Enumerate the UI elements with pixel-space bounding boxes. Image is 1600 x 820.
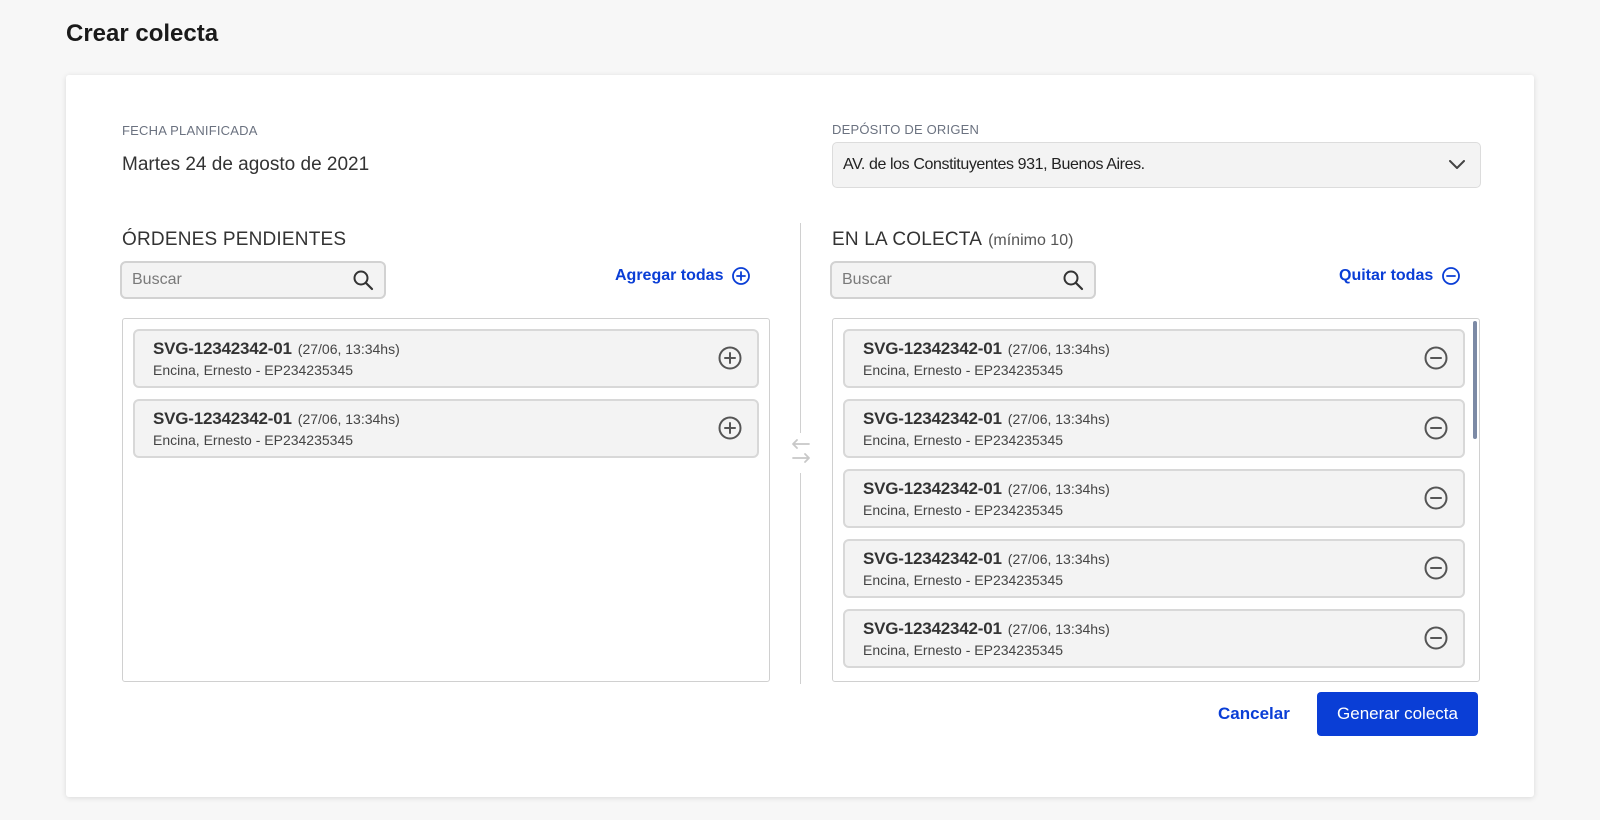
create-collection-card: FECHA PLANIFICADA Martes 24 de agosto de… <box>66 75 1534 797</box>
order-code: SVG-12342342-01 <box>863 339 1002 358</box>
order-card: SVG-12342342-01 (27/06, 13:34hs) Encina, E… <box>133 329 759 388</box>
pending-search[interactable] <box>120 261 386 299</box>
remove-all-button[interactable]: Quitar todas <box>1339 263 1461 289</box>
order-date: (27/06, 13:34hs) <box>1007 551 1110 567</box>
pending-search-input[interactable] <box>132 271 352 289</box>
generate-collection-button[interactable]: Generar colecta <box>1317 692 1478 736</box>
order-code: SVG-12342342-01 <box>153 339 292 358</box>
order-code: SVG-12342342-01 <box>153 409 292 428</box>
add-order-icon[interactable] <box>717 345 743 371</box>
cancel-button[interactable]: Cancelar <box>1206 692 1302 736</box>
order-card: SVG-12342342-01 (27/06, 13:34hs) Encina, E… <box>133 399 759 458</box>
order-date: (27/06, 13:34hs) <box>1007 411 1110 427</box>
pending-orders-title: ÓRDENES PENDIENTES <box>122 229 347 250</box>
chevron-down-icon <box>1446 154 1468 176</box>
order-detail: Encina, Ernesto - EP234235345 <box>863 362 1064 378</box>
order-header: SVG-12342342-01 (27/06, 13:34hs) <box>863 549 1447 569</box>
planned-date-value: Martes 24 de agosto de 2021 <box>122 154 370 175</box>
remove-order-icon[interactable] <box>1423 415 1449 441</box>
order-header: SVG-12342342-01 (27/06, 13:34hs) <box>863 479 1447 499</box>
order-header: SVG-12342342-01 (27/06, 13:34hs) <box>153 339 741 359</box>
order-card: SVG-12342342-01 (27/06, 13:34hs) Encina, E… <box>843 329 1465 388</box>
pending-orders-list[interactable]: SVG-12342342-01 (27/06, 13:34hs) Encina, E… <box>122 318 770 682</box>
order-code: SVG-12342342-01 <box>863 479 1002 498</box>
order-date: (27/06, 13:34hs) <box>1007 481 1110 497</box>
order-detail: Encina, Ernesto - EP234235345 <box>153 362 354 378</box>
scrollbar[interactable] <box>1473 321 1477 439</box>
order-card: SVG-12342342-01 (27/06, 13:34hs) Encina, E… <box>843 399 1465 458</box>
collection-orders-list[interactable]: SVG-12342342-01 (27/06, 13:34hs) Encina, E… <box>832 318 1480 682</box>
origin-warehouse-label: DEPÓSITO DE ORIGEN <box>832 122 980 137</box>
remove-all-label: Quitar todas <box>1339 267 1434 284</box>
add-all-label: Agregar todas <box>615 267 724 284</box>
minus-circle-icon <box>1441 266 1461 286</box>
order-detail: Encina, Ernesto - EP234235345 <box>863 572 1064 588</box>
order-header: SVG-12342342-01 (27/06, 13:34hs) <box>153 409 741 429</box>
order-detail: Encina, Ernesto - EP234235345 <box>863 432 1064 448</box>
order-detail: Encina, Ernesto - EP234235345 <box>863 642 1064 658</box>
page-title: Crear colecta <box>66 20 219 47</box>
order-code: SVG-12342342-01 <box>863 619 1002 638</box>
order-date: (27/06, 13:34hs) <box>1007 341 1110 357</box>
origin-warehouse-select[interactable]: AV. de los Constituyentes 931, Buenos Ai… <box>832 142 1481 188</box>
order-card: SVG-12342342-01 (27/06, 13:34hs) Encina, E… <box>843 469 1465 528</box>
order-detail: Encina, Ernesto - EP234235345 <box>863 502 1064 518</box>
order-date: (27/06, 13:34hs) <box>297 411 400 427</box>
remove-order-icon[interactable] <box>1423 555 1449 581</box>
swap-arrows-icon <box>792 439 810 463</box>
order-date: (27/06, 13:34hs) <box>1007 621 1110 637</box>
order-card: SVG-12342342-01 (27/06, 13:34hs) Encina, E… <box>843 539 1465 598</box>
order-header: SVG-12342342-01 (27/06, 13:34hs) <box>863 409 1447 429</box>
search-icon[interactable] <box>352 269 374 291</box>
search-icon[interactable] <box>1062 269 1084 291</box>
order-code: SVG-12342342-01 <box>863 409 1002 428</box>
column-divider <box>800 223 801 433</box>
collection-search-input[interactable] <box>842 271 1062 289</box>
collection-search[interactable] <box>830 261 1096 299</box>
order-date: (27/06, 13:34hs) <box>297 341 400 357</box>
order-code: SVG-12342342-01 <box>863 549 1002 568</box>
remove-order-icon[interactable] <box>1423 485 1449 511</box>
remove-order-icon[interactable] <box>1423 625 1449 651</box>
order-card: SVG-12342342-01 (27/06, 13:34hs) Encina, E… <box>843 609 1465 668</box>
order-detail: Encina, Ernesto - EP234235345 <box>153 432 354 448</box>
origin-warehouse-value: AV. de los Constituyentes 931, Buenos Ai… <box>843 156 1145 173</box>
column-divider <box>800 473 801 684</box>
add-order-icon[interactable] <box>717 415 743 441</box>
collection-title: EN LA COLECTA (mínimo 10) <box>832 229 1074 250</box>
add-all-button[interactable]: Agregar todas <box>615 263 751 289</box>
plus-circle-icon <box>731 266 751 286</box>
order-header: SVG-12342342-01 (27/06, 13:34hs) <box>863 339 1447 359</box>
collection-minimum: (mínimo 10) <box>988 232 1074 249</box>
planned-date-label: FECHA PLANIFICADA <box>122 123 258 138</box>
remove-order-icon[interactable] <box>1423 345 1449 371</box>
order-header: SVG-12342342-01 (27/06, 13:34hs) <box>863 619 1447 639</box>
